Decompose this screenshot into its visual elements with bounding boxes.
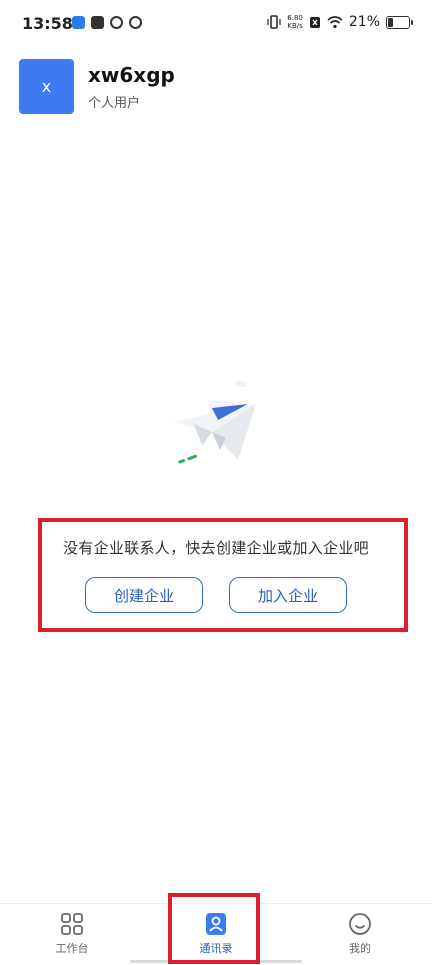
- no-sim-icon: [309, 16, 320, 28]
- info-app-icon: [72, 16, 85, 29]
- status-bar: 13:58 6.80 KB/s 21%: [0, 0, 432, 50]
- nav-item-me[interactable]: 我的: [310, 912, 410, 956]
- contacts-icon: [206, 913, 226, 935]
- highlight-box-empty-state: [38, 518, 408, 632]
- battery-percent: 21%: [348, 14, 380, 30]
- notification-icons: [72, 16, 142, 29]
- user-info: xw6xgp 个人用户: [88, 62, 175, 111]
- bottom-nav: 工作台 通讯录 我的: [0, 903, 432, 965]
- net-speed: 6.80 KB/s: [287, 14, 303, 30]
- wifi-icon: [327, 15, 343, 28]
- sync-app-icon: [110, 16, 123, 29]
- user-name: xw6xgp: [88, 63, 175, 87]
- face-app-icon: [129, 16, 142, 29]
- grid-icon: [61, 913, 83, 935]
- paper-plane-illustration-icon: [172, 380, 256, 464]
- avatar-letter: x: [41, 77, 52, 96]
- home-indicator: [130, 960, 302, 963]
- nav-item-workbench[interactable]: 工作台: [22, 912, 122, 956]
- net-speed-unit: KB/s: [287, 22, 303, 30]
- join-enterprise-button[interactable]: 加入企业: [229, 577, 347, 613]
- avatar[interactable]: x: [19, 59, 74, 114]
- nav-label-me: 我的: [349, 942, 371, 955]
- nav-label-contacts: 通讯录: [199, 942, 233, 955]
- status-time: 13:58: [22, 14, 73, 33]
- nav-label-workbench: 工作台: [55, 942, 89, 955]
- mail-app-icon: [91, 16, 104, 29]
- net-speed-value: 6.80: [287, 14, 303, 22]
- user-type: 个人用户: [88, 96, 141, 111]
- vibrate-icon: [267, 15, 281, 29]
- battery-icon: [386, 15, 413, 29]
- smiley-icon: [349, 913, 371, 935]
- status-right: 6.80 KB/s 21%: [267, 14, 413, 30]
- user-header[interactable]: x xw6xgp 个人用户: [19, 59, 175, 114]
- nav-item-contacts[interactable]: 通讯录: [166, 912, 266, 956]
- empty-state-message: 没有企业联系人，快去创建企业或加入企业吧: [62, 539, 369, 557]
- create-enterprise-button[interactable]: 创建企业: [85, 577, 203, 613]
